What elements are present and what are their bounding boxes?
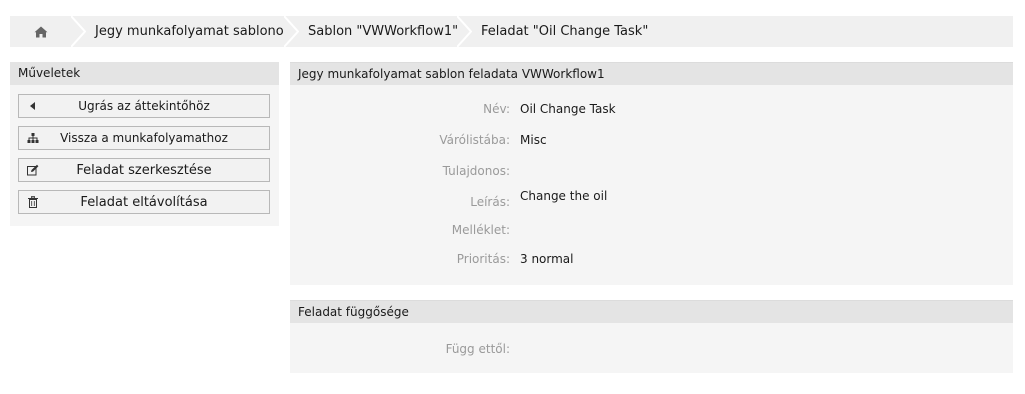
- panel-title: Jegy munkafolyamat sablon feladata VWWor…: [290, 62, 1013, 85]
- breadcrumb-item-task[interactable]: Feladat "Oil Change Task": [458, 16, 648, 47]
- remove-task-button[interactable]: Feladat eltávolítása: [18, 190, 270, 214]
- caret-left-icon: [27, 100, 39, 112]
- field-value-queue: Misc: [520, 133, 547, 147]
- breadcrumb-item-templates[interactable]: Jegy munkafolyamat sablonok: [72, 16, 299, 47]
- breadcrumb-home[interactable]: [10, 16, 86, 47]
- trash-icon: [27, 196, 39, 208]
- task-dependency-panel: Feladat függősége Függ ettől:: [290, 300, 1013, 373]
- sidebar-title: Műveletek: [10, 62, 279, 85]
- field-label-owner: Tulajdonos:: [442, 164, 510, 178]
- field-label-description: Leírás:: [470, 195, 510, 209]
- button-label: Feladat szerkesztése: [76, 162, 212, 178]
- field-value-name: Oil Change Task: [520, 102, 616, 116]
- edit-task-button[interactable]: Feladat szerkesztése: [18, 158, 270, 182]
- field-value-priority: 3 normal: [520, 252, 574, 266]
- task-details-panel: Jegy munkafolyamat sablon feladata VWWor…: [290, 62, 1013, 285]
- field-label-depends-on: Függ ettől:: [445, 342, 510, 356]
- breadcrumb-label: Feladat "Oil Change Task": [481, 24, 649, 39]
- actions-sidebar: Műveletek Ugrás az áttekintőhöz Vissza a…: [10, 62, 279, 226]
- sitemap-icon: [27, 132, 39, 144]
- breadcrumb-label: Sablon "VWWorkflow1": [308, 24, 459, 39]
- breadcrumb: Jegy munkafolyamat sablonok Sablon "VWWo…: [10, 16, 1013, 47]
- breadcrumb-item-template[interactable]: Sablon "VWWorkflow1": [285, 16, 472, 47]
- field-label-priority: Prioritás:: [456, 252, 510, 266]
- back-to-workflow-button[interactable]: Vissza a munkafolyamathoz: [18, 126, 270, 150]
- field-label-queue: Várólistába:: [439, 133, 510, 147]
- field-label-name: Név:: [483, 102, 510, 116]
- field-value-description: Change the oil: [520, 189, 608, 203]
- button-label: Ugrás az áttekintőhöz: [78, 99, 210, 113]
- button-label: Feladat eltávolítása: [80, 194, 208, 210]
- go-to-overview-button[interactable]: Ugrás az áttekintőhöz: [18, 94, 270, 118]
- breadcrumb-label: Jegy munkafolyamat sablonok: [95, 24, 292, 39]
- field-label-attachment: Melléklet:: [451, 223, 510, 237]
- home-icon: [34, 26, 48, 37]
- edit-icon: [27, 164, 39, 176]
- panel-title: Feladat függősége: [290, 300, 1013, 323]
- button-label: Vissza a munkafolyamathoz: [60, 131, 228, 145]
